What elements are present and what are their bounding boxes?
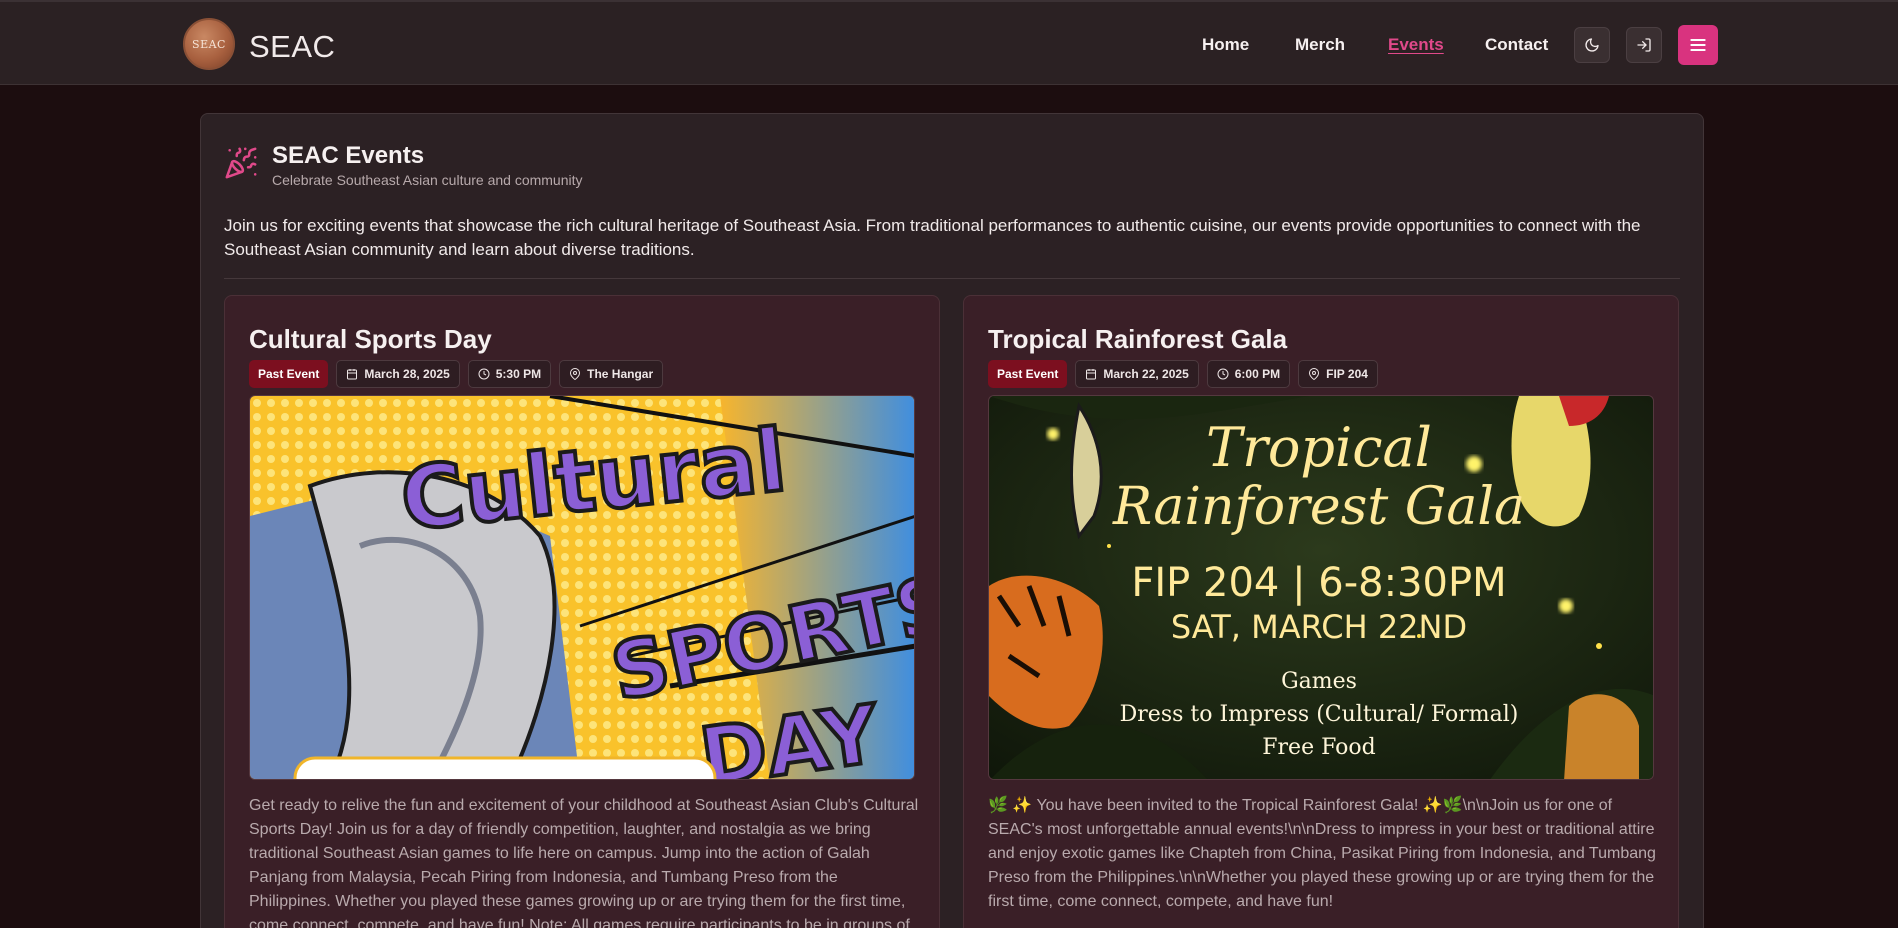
- event-title: Cultural Sports Day: [249, 324, 492, 354]
- login-icon: [1637, 38, 1651, 52]
- nav-link-merch[interactable]: Merch: [1295, 35, 1345, 55]
- page-subtitle: Celebrate Southeast Asian culture and co…: [272, 172, 583, 188]
- poster-art: Tropical Rainforest Gala FIP 204 | 6-8:3…: [989, 396, 1653, 779]
- event-card-cultural-sports-day[interactable]: Cultural Sports Day Past Event March 28,…: [224, 295, 940, 928]
- clock-icon: [1217, 368, 1229, 380]
- moon-icon: [1585, 38, 1599, 52]
- calendar-icon: [347, 369, 358, 380]
- event-poster-image[interactable]: Cultural SPORTS DAY: [249, 395, 915, 780]
- status-badge: Past Event: [988, 360, 1068, 388]
- poster-line-food: Free Food: [1262, 735, 1375, 760]
- hamburger-menu-icon: [1690, 39, 1706, 51]
- nav-link-contact[interactable]: Contact: [1485, 35, 1548, 55]
- logo-text: SEAC: [192, 37, 226, 51]
- date-badge: March 28, 2025: [336, 360, 460, 388]
- clock-icon: [478, 368, 490, 380]
- time-badge: 6:00 PM: [1206, 360, 1291, 388]
- page-title: SEAC Events: [272, 142, 425, 169]
- location-badge: The Hangar: [559, 360, 664, 388]
- poster-line-games: Games: [1281, 669, 1357, 694]
- poster-date: SAT, MARCH 22ND: [1171, 608, 1467, 646]
- location-badge: FIP 204: [1298, 360, 1378, 388]
- seac-logo[interactable]: SEAC: [183, 18, 235, 70]
- brand-name[interactable]: SEAC: [249, 29, 335, 65]
- theme-toggle-button[interactable]: [1574, 27, 1610, 63]
- event-title: Tropical Rainforest Gala: [988, 324, 1288, 354]
- event-location: The Hangar: [587, 367, 654, 381]
- event-meta: Past Event March 28, 2025 5:30 PM The Ha…: [249, 360, 664, 388]
- status-badge: Past Event: [249, 360, 329, 388]
- nav-link-home[interactable]: Home: [1202, 35, 1249, 55]
- event-description: 🌿 ✨ You have been invited to the Tropica…: [988, 797, 1656, 910]
- event-meta: Past Event March 22, 2025 6:00 PM FIP 20…: [988, 360, 1378, 388]
- event-time: 6:00 PM: [1234, 367, 1281, 381]
- poster-art: Cultural SPORTS DAY: [250, 396, 914, 779]
- time-badge: 5:30 PM: [467, 360, 552, 388]
- poster-title-tropical: Tropical: [1206, 416, 1432, 479]
- poster-location-time: FIP 204 | 6-8:30PM: [1131, 560, 1506, 606]
- event-description: Get ready to relive the fun and exciteme…: [249, 797, 919, 928]
- date-badge: March 22, 2025: [1075, 360, 1199, 388]
- map-pin-icon: [570, 368, 581, 380]
- intro-text: Join us for exciting events that showcas…: [224, 216, 1641, 259]
- divider: [224, 278, 1680, 279]
- event-time: 5:30 PM: [495, 367, 542, 381]
- login-button[interactable]: [1626, 27, 1662, 63]
- calendar-icon: [1086, 369, 1097, 380]
- event-location: FIP 204: [1326, 367, 1368, 381]
- menu-button[interactable]: [1678, 25, 1718, 65]
- poster-title-rainforest: Rainforest Gala: [1112, 477, 1525, 537]
- event-card-tropical-rainforest-gala[interactable]: Tropical Rainforest Gala Past Event Marc…: [963, 295, 1679, 928]
- event-date: March 22, 2025: [1103, 367, 1189, 381]
- event-poster-image[interactable]: Tropical Rainforest Gala FIP 204 | 6-8:3…: [988, 395, 1654, 780]
- poster-line-dress: Dress to Impress (Cultural/ Formal): [1120, 702, 1519, 727]
- event-date: March 28, 2025: [364, 367, 450, 381]
- navbar: SEAC SEAC Home Merch Events Contact: [0, 0, 1898, 85]
- nav-link-events[interactable]: Events: [1388, 35, 1444, 55]
- map-pin-icon: [1309, 368, 1320, 380]
- party-popper-icon: [225, 147, 257, 179]
